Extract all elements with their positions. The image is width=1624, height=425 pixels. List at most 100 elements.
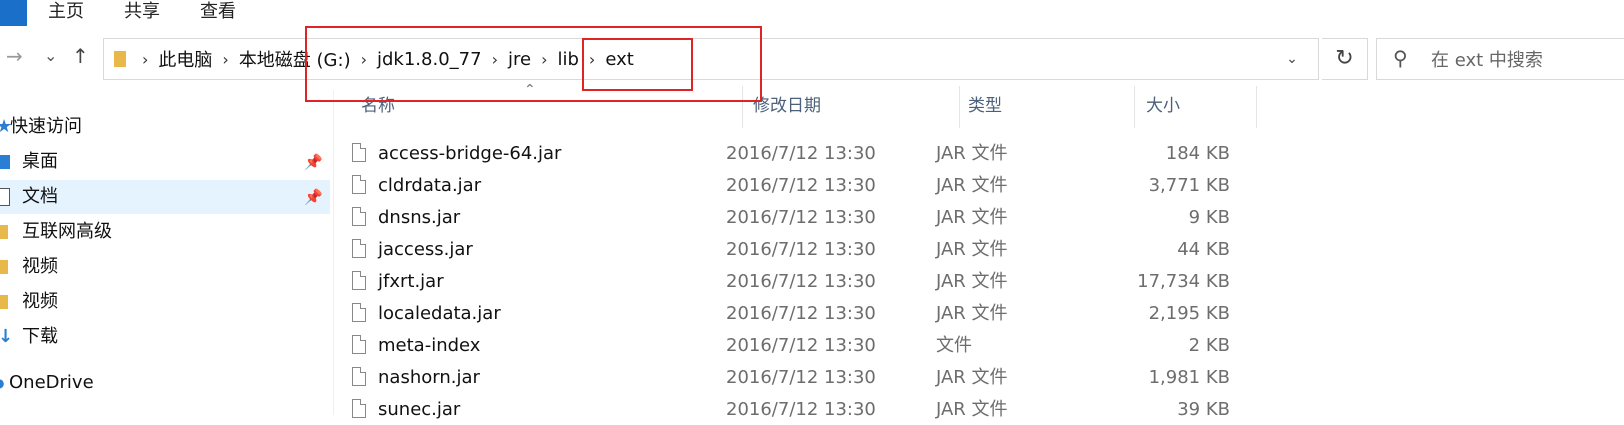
- file-name: dnsns.jar: [378, 207, 461, 228]
- file-size: 184 KB: [1165, 143, 1230, 164]
- file-row[interactable]: meta-index 2016/7/12 13:30 文件 2 KB: [350, 330, 1230, 361]
- file-row[interactable]: jaccess.jar 2016/7/12 13:30 JAR 文件 44 KB: [350, 234, 1230, 265]
- file-type: 文件: [936, 335, 972, 356]
- file-date-modified: 2016/7/12 13:30: [726, 271, 876, 292]
- pin-icon[interactable]: 📌: [304, 180, 323, 214]
- file-type: JAR 文件: [936, 271, 1008, 292]
- folder-icon: [0, 285, 14, 319]
- folder-icon: [0, 250, 14, 284]
- navigation-bar: → ⌄ ↑ › 此电脑 › 本地磁盘 (G:) › jdk1.8.0_77 › …: [0, 30, 1624, 82]
- file-icon: [352, 399, 366, 418]
- desktop-icon: [0, 145, 14, 179]
- file-type: JAR 文件: [936, 239, 1008, 260]
- file-size: 39 KB: [1177, 399, 1230, 420]
- sidebar-item-onedrive[interactable]: ● OneDrive: [0, 366, 330, 400]
- breadcrumb-this-pc[interactable]: 此电脑: [158, 46, 212, 72]
- file-type: JAR 文件: [936, 143, 1008, 164]
- file-size: 1,981 KB: [1148, 367, 1230, 388]
- sidebar-item-downloads[interactable]: ↓ 下载: [0, 320, 330, 354]
- file-date-modified: 2016/7/12 13:30: [726, 303, 876, 324]
- search-input[interactable]: [1429, 43, 1623, 77]
- file-icon: [352, 175, 366, 194]
- file-name: jaccess.jar: [378, 239, 473, 260]
- column-header-size[interactable]: 大小: [1146, 92, 1180, 120]
- sidebar-item-internet-advanced[interactable]: 互联网高级: [0, 215, 330, 249]
- document-icon: [0, 180, 14, 214]
- pin-icon[interactable]: 📌: [304, 145, 323, 179]
- file-size: 44 KB: [1177, 239, 1230, 260]
- sidebar-item-label: 快速访问: [10, 116, 82, 137]
- sidebar-item-label: 视频: [22, 291, 58, 312]
- refresh-icon[interactable]: ↻: [1322, 38, 1368, 80]
- sidebar-item-documents[interactable]: 文档 📌: [0, 180, 330, 214]
- column-separator[interactable]: [1256, 86, 1257, 128]
- sidebar-item-quick-access[interactable]: ★ 快速访问: [0, 110, 330, 144]
- folder-icon: [114, 51, 126, 67]
- file-size: 3,771 KB: [1148, 175, 1230, 196]
- file-name: cldrdata.jar: [378, 175, 482, 196]
- sidebar-item-label: OneDrive: [9, 372, 94, 393]
- file-name: nashorn.jar: [378, 367, 480, 388]
- file-type: JAR 文件: [936, 207, 1008, 228]
- file-size: 2,195 KB: [1148, 303, 1230, 324]
- sidebar-item-videos[interactable]: 视频: [0, 250, 330, 284]
- file-row[interactable]: cldrdata.jar 2016/7/12 13:30 JAR 文件 3,771 K…: [350, 170, 1230, 201]
- file-row[interactable]: access-bridge-64.jar 2016/7/12 13:30 JAR 文…: [350, 138, 1230, 169]
- file-type: JAR 文件: [936, 303, 1008, 324]
- sidebar-item-label: 桌面: [22, 151, 58, 172]
- sidebar-item-videos-2[interactable]: 视频: [0, 285, 330, 319]
- file-date-modified: 2016/7/12 13:30: [726, 239, 876, 260]
- search-box: ⚲: [1376, 38, 1624, 80]
- sidebar-item-label: 互联网高级: [22, 221, 112, 242]
- file-date-modified: 2016/7/12 13:30: [726, 399, 876, 420]
- sidebar-item-desktop[interactable]: 桌面 📌: [0, 145, 330, 179]
- annotation-box-ext: [582, 38, 693, 91]
- file-row[interactable]: dnsns.jar 2016/7/12 13:30 JAR 文件 9 KB: [350, 202, 1230, 233]
- file-date-modified: 2016/7/12 13:30: [726, 175, 876, 196]
- search-icon: ⚲: [1393, 46, 1408, 70]
- column-separator[interactable]: [1134, 86, 1135, 128]
- file-icon: [352, 143, 366, 162]
- file-date-modified: 2016/7/12 13:30: [726, 335, 876, 356]
- column-separator[interactable]: [959, 86, 960, 128]
- file-icon: [352, 335, 366, 354]
- file-date-modified: 2016/7/12 13:30: [726, 367, 876, 388]
- chevron-right-icon[interactable]: ›: [142, 50, 148, 69]
- folder-icon: [0, 215, 14, 249]
- tab-share[interactable]: 共享: [124, 0, 160, 26]
- file-row[interactable]: jfxrt.jar 2016/7/12 13:30 JAR 文件 17,734 KB: [350, 266, 1230, 297]
- recent-locations-icon[interactable]: ⌄: [44, 40, 57, 72]
- file-size: 9 KB: [1188, 207, 1230, 228]
- file-date-modified: 2016/7/12 13:30: [726, 207, 876, 228]
- column-header-date[interactable]: 修改日期: [753, 92, 821, 120]
- file-icon: [352, 207, 366, 226]
- file-name: localedata.jar: [378, 303, 501, 324]
- file-name: meta-index: [378, 335, 481, 356]
- file-icon: [352, 303, 366, 322]
- navigation-pane: ★ 快速访问 桌面 📌 文档 📌 互联网高级 视频 视频 ↓ 下载 ● OneD…: [0, 108, 330, 415]
- tab-home[interactable]: 主页: [48, 0, 84, 26]
- file-date-modified: 2016/7/12 13:30: [726, 143, 876, 164]
- address-dropdown-icon[interactable]: ⌄: [1280, 39, 1304, 79]
- file-row[interactable]: sunec.jar 2016/7/12 13:30 JAR 文件 39 KB: [350, 394, 1230, 425]
- file-tab[interactable]: [0, 0, 27, 26]
- ribbon: 主页 共享 查看: [0, 0, 1624, 28]
- file-row[interactable]: nashorn.jar 2016/7/12 13:30 JAR 文件 1,981 KB: [350, 362, 1230, 393]
- file-name: access-bridge-64.jar: [378, 143, 562, 164]
- chevron-right-icon[interactable]: ›: [222, 50, 228, 69]
- sidebar-item-label: 视频: [22, 256, 58, 277]
- forward-arrow-icon[interactable]: →: [6, 40, 23, 72]
- up-arrow-icon[interactable]: ↑: [72, 40, 89, 72]
- file-type: JAR 文件: [936, 399, 1008, 420]
- tab-view[interactable]: 查看: [200, 0, 236, 26]
- pane-divider[interactable]: [333, 90, 334, 415]
- file-type: JAR 文件: [936, 175, 1008, 196]
- file-size: 17,734 KB: [1137, 271, 1230, 292]
- column-header-type[interactable]: 类型: [968, 92, 1002, 120]
- annotation-box-path: [305, 26, 762, 102]
- file-name: jfxrt.jar: [378, 271, 444, 292]
- file-size: 2 KB: [1188, 335, 1230, 356]
- file-icon: [352, 367, 366, 386]
- file-row[interactable]: localedata.jar 2016/7/12 13:30 JAR 文件 2,195…: [350, 298, 1230, 329]
- download-icon: ↓: [0, 326, 14, 347]
